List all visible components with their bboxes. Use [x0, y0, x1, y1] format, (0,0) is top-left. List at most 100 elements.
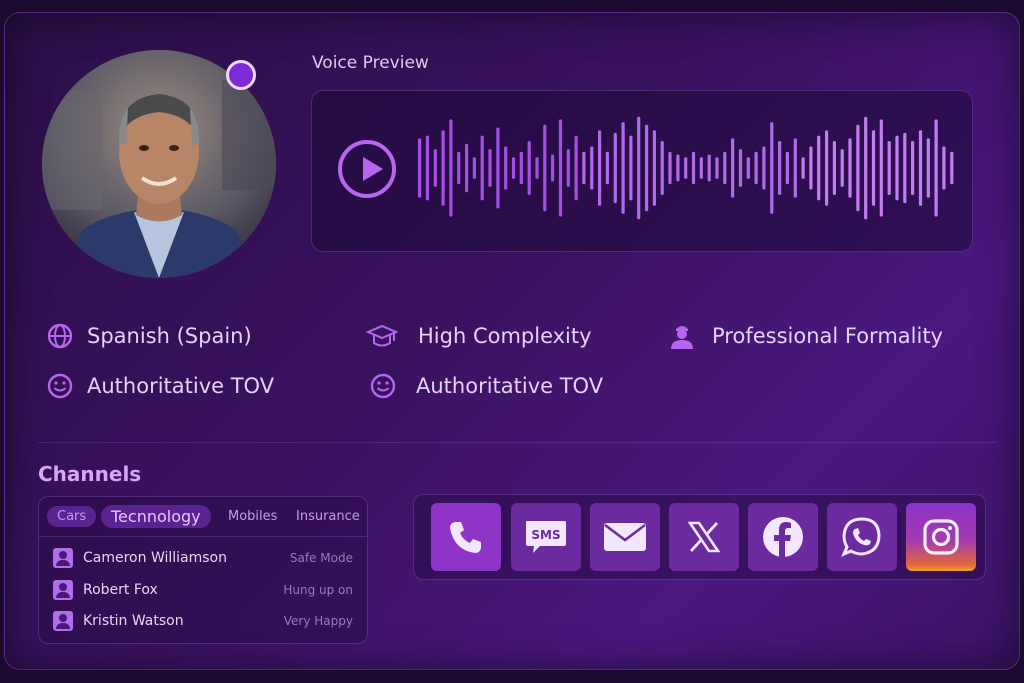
sms-icon: SMS [526, 521, 566, 553]
tab-mobiles[interactable]: Mobiles [228, 509, 277, 524]
waveform-bar [785, 151, 789, 185]
waveform-bar [832, 141, 836, 195]
waveform-bar [699, 157, 703, 179]
waveform-bar [895, 135, 899, 201]
waveform-bar [918, 130, 923, 206]
waveform-bar [871, 130, 876, 206]
waveform-bar [707, 154, 711, 182]
list-item-name: Cameron Williamson [83, 550, 227, 566]
waveform-bar [911, 141, 915, 195]
waveform-bar [652, 130, 656, 206]
attribute-complexity: High Complexity [366, 322, 592, 350]
waveform-bar [770, 122, 774, 214]
facebook-icon [763, 517, 803, 557]
waveform-bar [590, 146, 594, 190]
sms-icon-text: SMS [531, 528, 560, 542]
waveform-bar [488, 149, 492, 187]
waveform-bar [496, 127, 500, 209]
waveform-bar [449, 119, 453, 217]
waveform-bar [887, 141, 891, 195]
waveform-bar [801, 157, 805, 179]
channels-list-card: Cars Tecnnology Mobiles Insurance Camero… [38, 496, 368, 644]
play-icon [363, 157, 383, 181]
list-item-name: Kristin Watson [83, 613, 184, 629]
waveform-bar [535, 157, 539, 179]
attribute-language: Spanish (Spain) [46, 322, 252, 350]
waveform-bar [645, 124, 649, 212]
whatsapp-channel-button[interactable] [827, 503, 897, 571]
waveform-bar [519, 151, 523, 185]
waveform-bar [668, 151, 672, 185]
list-item[interactable]: Robert Fox Hung up on [39, 577, 367, 603]
smile-icon [370, 373, 396, 399]
tab-tecnnology[interactable]: Tecnnology [101, 505, 211, 528]
mail-icon [604, 523, 646, 551]
attribute-formality-label: Professional Formality [712, 324, 943, 348]
email-channel-button[interactable] [590, 503, 660, 571]
list-item[interactable]: Cameron Williamson Safe Mode [39, 545, 367, 571]
waveform-bar [684, 157, 688, 179]
waveform-bar [504, 146, 508, 190]
phone-channel-button[interactable] [431, 503, 501, 571]
waveform-bar [676, 154, 680, 182]
waveform-bar [582, 151, 586, 185]
waveform-bar [558, 119, 563, 217]
graduation-cap-icon [366, 324, 398, 347]
attribute-tone-1: Authoritative TOV [46, 372, 274, 400]
person-icon [671, 326, 693, 349]
waveform-bar [817, 135, 821, 201]
waveform-bar [433, 149, 437, 187]
tab-cars[interactable]: Cars [47, 506, 97, 527]
voice-preview-label: Voice Preview [312, 53, 429, 73]
attribute-complexity-label: High Complexity [418, 324, 592, 348]
list-item-status: Hung up on [283, 583, 353, 597]
waveform-bar [793, 138, 797, 198]
waveform-bar [856, 124, 860, 212]
tab-insurance[interactable]: Insurance [296, 509, 360, 524]
waveform-bar [480, 135, 484, 201]
smile-icon [47, 373, 73, 399]
waveform-bar [621, 122, 625, 214]
waveform-bar [864, 116, 868, 220]
waveform-bar [926, 138, 930, 198]
list-item[interactable]: Kristin Watson Very Happy [39, 608, 367, 634]
list-item-status: Very Happy [283, 614, 353, 628]
attribute-tone-1-label: Authoritative TOV [87, 374, 275, 398]
waveform-bar [441, 130, 445, 206]
waveform-bar [425, 135, 429, 201]
globe-icon [47, 323, 73, 349]
instagram-icon [923, 519, 959, 555]
user-icon [53, 580, 73, 600]
x-channel-button[interactable] [669, 503, 739, 571]
waveform-bar [543, 124, 547, 212]
sms-channel-button[interactable]: SMS [511, 503, 581, 571]
waveform-bar [637, 116, 641, 220]
waveform-bar [778, 141, 782, 195]
waveform-bar [605, 151, 609, 185]
waveform-bar [629, 135, 633, 201]
waveform-bar [950, 151, 954, 185]
list-item-status: Safe Mode [289, 551, 353, 565]
online-status-indicator [226, 60, 256, 90]
play-button[interactable] [338, 140, 396, 198]
waveform-bar [746, 157, 750, 179]
waveform-bar [731, 138, 735, 198]
waveform-bar [754, 151, 758, 185]
waveform-bar [840, 149, 844, 187]
instagram-channel-button[interactable] [906, 503, 976, 571]
whatsapp-icon [841, 517, 881, 557]
waveform-bar [566, 149, 570, 187]
attribute-language-label: Spanish (Spain) [87, 324, 252, 348]
attribute-tone-2-label: Authoritative TOV [416, 374, 604, 398]
waveform-bar [457, 151, 461, 185]
waveform-bar [613, 132, 617, 204]
facebook-channel-button[interactable] [748, 503, 818, 571]
waveform-bar [825, 130, 829, 206]
phone-icon [450, 522, 481, 553]
list-item-name: Robert Fox [83, 582, 158, 598]
waveform-bar [511, 157, 516, 179]
waveform-bar [903, 132, 907, 204]
voice-waveform[interactable] [410, 110, 960, 226]
waveform-bar [848, 138, 852, 198]
x-icon [687, 521, 721, 553]
